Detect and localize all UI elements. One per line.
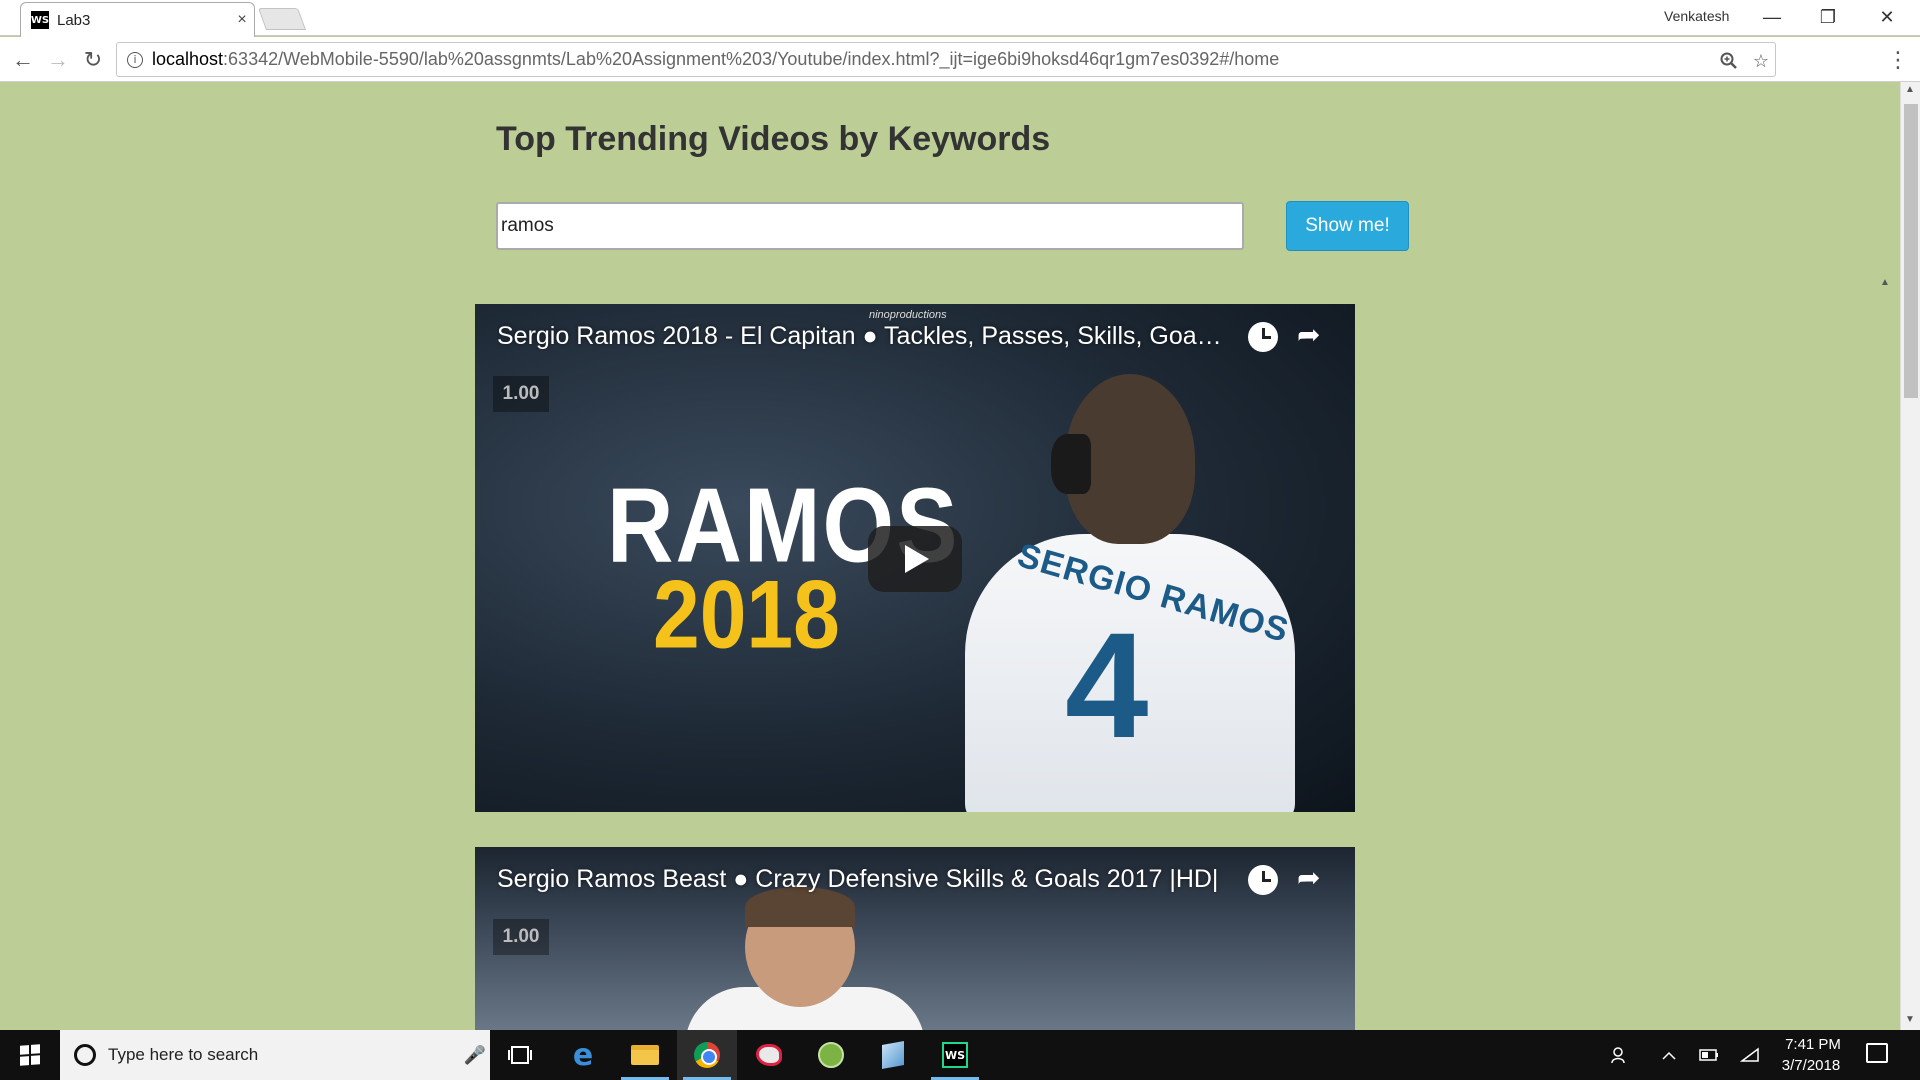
bookmark-star-icon[interactable]: ☆ [1749,49,1773,73]
paint-icon[interactable] [739,1030,799,1080]
channel-watermark: ninoproductions [869,309,947,321]
player-figure: SERGIO RAMOS 4 [955,374,1355,812]
watch-later-clock-icon[interactable] [1248,322,1278,352]
playback-speed: 1.00 [493,376,549,412]
browser-menu-button[interactable]: ⋮ [1886,45,1910,75]
forward-button[interactable]: → [43,45,73,75]
face-mask [1051,434,1091,494]
close-window-button[interactable]: ✕ [1862,0,1912,34]
page-content: Top Trending Videos by Keywords Show me!… [0,82,1900,1030]
watch-later-clock-icon[interactable] [1248,865,1278,895]
webstorm-icon[interactable]: WS [925,1030,985,1080]
video-player-1[interactable]: RAMOS 2018 SERGIO RAMOS 4 ninoproduction… [475,304,1355,812]
address-bar[interactable]: i localhost:63342/WebMobile-5590/lab%20a… [116,42,1776,77]
taskbar-clock-time[interactable]: 7:41 PM [1778,1036,1848,1053]
minimize-button[interactable]: — [1747,0,1797,34]
taskbar-search-placeholder: Type here to search [108,1045,259,1064]
page-title: Top Trending Videos by Keywords [496,120,1051,158]
restore-button[interactable]: ❐ [1803,0,1853,34]
page-scrollbar[interactable]: ▲ ▼ [1900,82,1920,1030]
scroll-down-arrow-icon[interactable]: ▼ [1905,1014,1915,1025]
keyword-search-input[interactable] [496,202,1244,250]
scroll-up-arrow-icon[interactable]: ▲ [1905,84,1915,95]
edge-icon[interactable]: e [553,1030,613,1080]
reload-button[interactable]: ↻ [78,45,108,75]
wifi-icon[interactable] [1737,1030,1763,1080]
virtualbox-icon[interactable] [863,1030,923,1080]
tab-close-icon[interactable]: × [230,11,254,29]
browser-tab[interactable]: WS Lab3 × [20,2,255,37]
battery-icon[interactable] [1696,1030,1722,1080]
browser-tab-bar: WS Lab3 × Venkatesh — ❐ ✕ [0,0,1920,37]
scrollbar-thumb[interactable] [1904,104,1918,398]
show-hidden-icons-chevron-icon[interactable] [1656,1030,1682,1080]
cortana-icon [74,1044,96,1066]
task-view-icon[interactable] [490,1030,550,1080]
windows-logo-icon [20,1044,40,1066]
share-arrow-icon[interactable]: ➦ [1297,861,1320,894]
tab-title: Lab3 [57,11,91,29]
people-icon[interactable] [1605,1030,1635,1080]
player-figure-2 [665,887,985,1030]
taskbar-clock-date[interactable]: 3/7/2018 [1770,1057,1852,1074]
thumbnail-text-year: 2018 [653,559,840,668]
profile-name[interactable]: Venkatesh [1664,8,1729,24]
video-title[interactable]: Sergio Ramos 2018 - El Capitan ● Tackles… [497,322,1227,351]
action-center-icon[interactable] [1866,1043,1888,1063]
play-button-icon[interactable] [868,526,962,592]
video-player-2[interactable]: Sergio Ramos Beast ● Crazy Defensive Ski… [475,847,1355,1030]
video-title[interactable]: Sergio Ramos Beast ● Crazy Defensive Ski… [497,865,1227,894]
webstorm-favicon-icon: WS [31,11,49,29]
share-arrow-icon[interactable]: ➦ [1297,318,1320,351]
inner-scroll-up-arrow-icon[interactable]: ▲ [1880,277,1890,288]
url-path: :63342/WebMobile-5590/lab%20assgnmts/Lab… [223,49,1280,69]
android-studio-icon[interactable] [801,1030,861,1080]
file-explorer-icon[interactable] [615,1030,675,1080]
info-icon[interactable]: i [127,51,143,68]
microphone-icon[interactable]: 🎤 [460,1045,490,1066]
zoom-icon[interactable] [1717,49,1741,73]
chrome-icon[interactable] [677,1030,737,1080]
windows-taskbar: Type here to search 🎤 e WS 7:41 PM 3/7/2… [0,1030,1920,1080]
jersey-number: 4 [1065,601,1149,769]
show-me-button[interactable]: Show me! [1286,201,1409,251]
back-button[interactable]: ← [8,45,38,75]
start-button[interactable] [0,1030,60,1080]
taskbar-search-box[interactable]: Type here to search 🎤 [60,1030,490,1080]
new-tab-button[interactable] [257,8,307,30]
url-host: localhost [152,49,224,69]
playback-speed: 1.00 [493,919,549,955]
browser-toolbar: ← → ↻ i localhost:63342/WebMobile-5590/l… [0,37,1920,82]
